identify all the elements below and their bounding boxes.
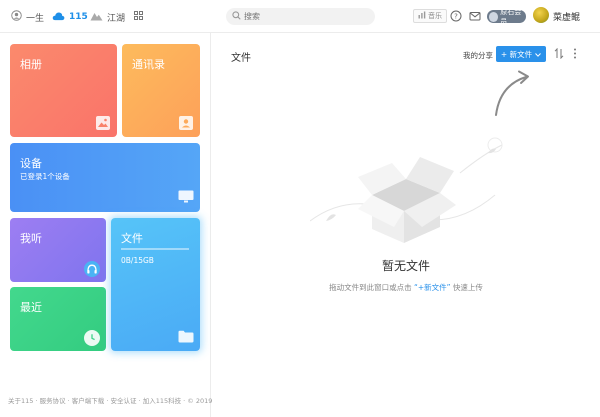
vip-badge[interactable]: 原石会员	[487, 8, 526, 26]
music-icon	[418, 11, 426, 21]
folder-icon	[178, 330, 194, 343]
avatar[interactable]	[533, 7, 549, 23]
nav-label: 115	[69, 12, 88, 22]
username[interactable]: 菜虚鲲	[553, 10, 580, 23]
nav-label: 一生	[26, 13, 45, 24]
tile-listen[interactable]: 我听	[10, 218, 106, 282]
empty-box-illustration	[309, 135, 510, 248]
music-button[interactable]: 音乐	[413, 9, 447, 23]
search-input[interactable]	[244, 12, 364, 21]
vip-gem-icon	[489, 11, 499, 22]
empty-state-hint: 拖动文件到此窗口或点击 “+新文件” 快速上传	[212, 282, 600, 293]
nav-label: 江湖	[107, 13, 126, 24]
image-icon	[96, 116, 110, 130]
chevron-down-icon	[535, 50, 541, 59]
tile-contacts-label: 通讯录	[132, 58, 165, 71]
tile-album-label: 相册	[20, 58, 42, 71]
page-title: 文件	[231, 53, 251, 64]
top-bar: 一生 115 江湖 音乐 ? 原石会员 菜	[0, 0, 600, 33]
search-icon	[232, 10, 241, 23]
headphones-icon	[84, 261, 100, 277]
music-label: 音乐	[428, 12, 442, 20]
empty-hint-post: 快速上传	[452, 283, 483, 292]
tile-files-label: 文件	[121, 232, 143, 245]
tile-album[interactable]: 相册	[10, 44, 117, 137]
contact-icon	[179, 116, 193, 130]
mail-icon[interactable]	[469, 10, 481, 22]
more-icon[interactable]	[573, 48, 577, 62]
nav-item-115[interactable]: 115	[52, 9, 88, 25]
new-file-label: + 新文件	[500, 49, 533, 59]
tile-files-usage: 0B/15GB	[121, 256, 154, 265]
tile-listen-label: 我听	[20, 232, 42, 245]
clock-icon	[84, 330, 100, 346]
grid-icon	[134, 11, 143, 23]
sort-icon[interactable]	[554, 47, 564, 62]
tile-recent-label: 最近	[20, 301, 42, 314]
nav-item-jianghu[interactable]: 江湖	[90, 9, 125, 25]
storage-progress-bar	[121, 248, 189, 250]
main-panel: 文件 我的分享 + 新文件 暂无文件 拖动文件到此窗口或点击 “+新文件” 快速…	[212, 33, 600, 417]
empty-state-title: 暂无文件	[381, 259, 430, 273]
footer-links[interactable]: 关于115 · 服务协议 · 客户端下载 · 安全认证 · 加入115科技 · …	[8, 395, 212, 405]
my-share-link[interactable]: 我的分享	[463, 50, 493, 61]
empty-hint-link[interactable]: “+新文件”	[414, 283, 451, 292]
cloud-icon	[52, 11, 65, 24]
hint-arrow-icon	[492, 67, 544, 122]
vip-label: 原石会员	[500, 7, 522, 26]
new-file-button[interactable]: + 新文件	[496, 46, 546, 62]
tile-devices-label: 设备	[20, 157, 42, 170]
tile-recent[interactable]: 最近	[10, 287, 106, 351]
svg-text:?: ?	[454, 13, 458, 21]
apps-grid-button[interactable]	[134, 9, 143, 25]
help-icon[interactable]: ?	[450, 10, 462, 22]
nav-item-yisheng[interactable]: 一生	[11, 9, 44, 25]
tile-contacts[interactable]: 通讯录	[122, 44, 200, 137]
sidebar: 相册 通讯录 设备 已登录1个设备 我听 最近 文件 0B/15GB 关于115…	[0, 33, 212, 417]
mountain-icon	[90, 11, 103, 24]
user-icon	[11, 10, 22, 24]
monitor-icon	[178, 190, 194, 203]
search-bar[interactable]	[226, 8, 375, 25]
tile-devices-sub: 已登录1个设备	[20, 172, 70, 181]
empty-hint-pre: 拖动文件到此窗口或点击	[329, 283, 412, 292]
tile-files[interactable]: 文件 0B/15GB	[111, 218, 200, 351]
tile-devices[interactable]: 设备 已登录1个设备	[10, 143, 200, 212]
